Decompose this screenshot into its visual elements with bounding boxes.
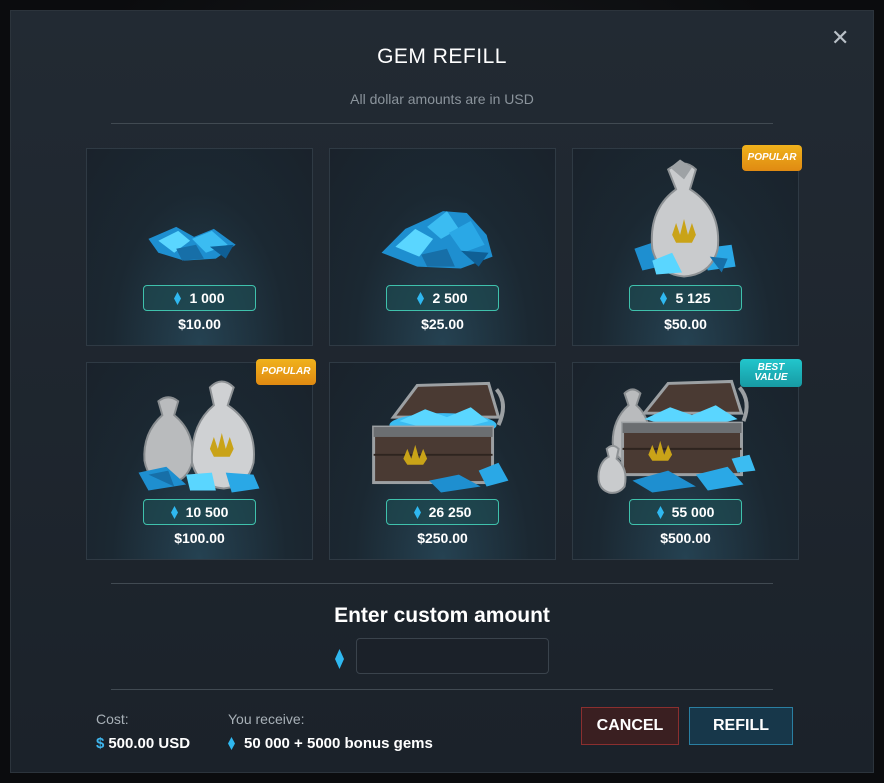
- divider: [111, 689, 773, 690]
- receive-label: You receive:: [228, 711, 305, 727]
- gem-icon: [656, 505, 664, 519]
- gem-amount: 5 125: [675, 290, 711, 306]
- package-price: $250.00: [417, 530, 468, 546]
- gem-icon: [170, 505, 178, 519]
- package-card-2500[interactable]: 2 500 $25.00: [329, 148, 556, 346]
- popular-badge: POPULAR: [256, 359, 316, 385]
- gem-icon: [660, 291, 668, 305]
- cancel-button[interactable]: CANCEL: [581, 707, 679, 745]
- gem-amount: 55 000: [671, 504, 715, 520]
- custom-amount-title: Enter custom amount: [334, 604, 550, 627]
- modal-title: GEM REFILL: [377, 45, 507, 68]
- cost-label: Cost:: [96, 711, 129, 727]
- refill-button[interactable]: REFILL: [689, 707, 793, 745]
- gem-refill-modal: ✕ GEM REFILL All dollar amounts are in U…: [10, 10, 874, 773]
- gem-icon: [335, 649, 344, 669]
- cost-value: $500.00 USD: [96, 735, 190, 752]
- gem-amount: 2 500: [432, 290, 468, 306]
- gem-icon: [417, 291, 425, 305]
- gem-amount: 10 500: [185, 504, 229, 520]
- package-price: $50.00: [664, 316, 707, 332]
- best-value-badge: BEST VALUE: [740, 359, 802, 387]
- gem-amount-pill: 10 500: [143, 499, 256, 525]
- package-price: $25.00: [421, 316, 464, 332]
- modal-subtitle: All dollar amounts are in USD: [350, 91, 534, 107]
- gem-amount-pill: 55 000: [629, 499, 742, 525]
- gem-amount-pill: 26 250: [386, 499, 499, 525]
- small-gem-pile-image: [148, 226, 236, 261]
- gem-amount-pill: 2 500: [386, 285, 499, 311]
- package-card-1000[interactable]: 1 000 $10.00: [86, 148, 313, 346]
- package-card-10500[interactable]: POPULAR 10 500 $100.00: [86, 359, 316, 560]
- receive-amount: 50 000 + 5000 bonus gems: [244, 735, 433, 752]
- package-card-55000[interactable]: BEST VALUE 55 000 $500.00: [572, 359, 802, 560]
- dollar-sign: $: [96, 735, 105, 752]
- medium-gem-pile-image: [381, 211, 493, 269]
- gem-amount-pill: 1 000: [143, 285, 256, 311]
- package-price: $100.00: [174, 530, 225, 546]
- custom-amount-input[interactable]: [356, 638, 549, 674]
- package-card-5125[interactable]: POPULAR 5 125 $50.00: [572, 145, 802, 346]
- package-card-26250[interactable]: 26 250 $250.00: [329, 362, 556, 560]
- gem-icon: [413, 505, 421, 519]
- divider: [111, 583, 773, 584]
- gem-amount-pill: 5 125: [629, 285, 742, 311]
- gem-amount: 26 250: [428, 504, 472, 520]
- gem-chest-image: [372, 381, 509, 493]
- divider: [111, 123, 773, 124]
- gem-icon: [228, 737, 235, 750]
- gem-amount: 1 000: [189, 290, 225, 306]
- cost-amount: 500.00 USD: [108, 735, 191, 752]
- package-price: $10.00: [178, 316, 221, 332]
- gem-icon: [174, 291, 182, 305]
- receive-value: 50 000 + 5000 bonus gems: [228, 735, 433, 752]
- package-price: $500.00: [660, 530, 711, 546]
- package-grid: 1 000 $10.00 2 500 $25.00 POPULAR 5 125 …: [86, 145, 802, 560]
- popular-badge: POPULAR: [742, 145, 802, 171]
